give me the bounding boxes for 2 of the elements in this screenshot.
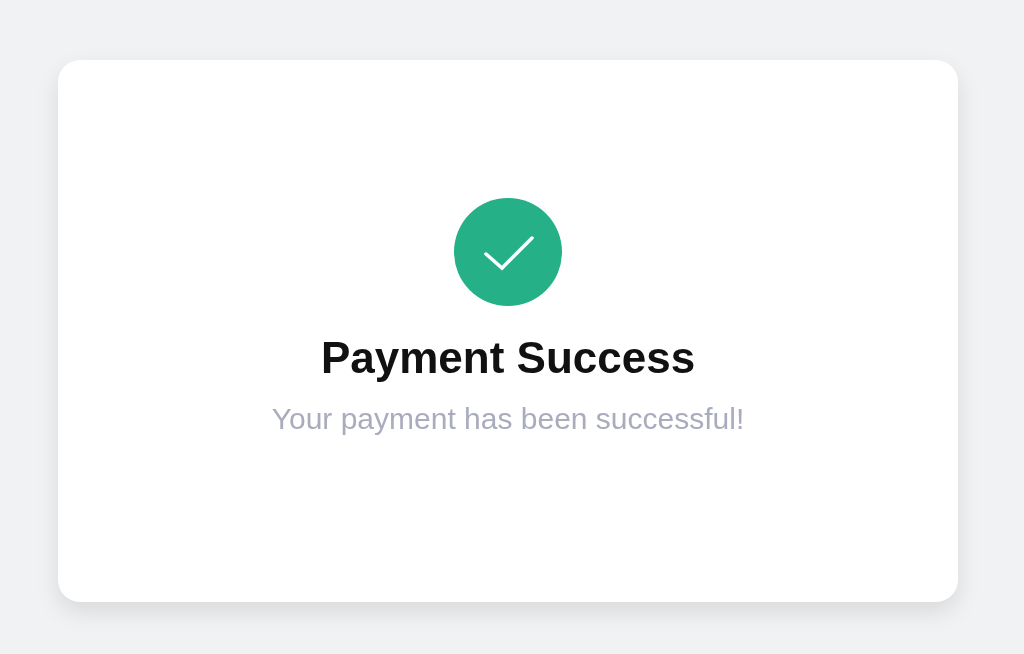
message: Your payment has been successful! bbox=[271, 400, 745, 437]
title: Payment Success bbox=[320, 332, 696, 384]
